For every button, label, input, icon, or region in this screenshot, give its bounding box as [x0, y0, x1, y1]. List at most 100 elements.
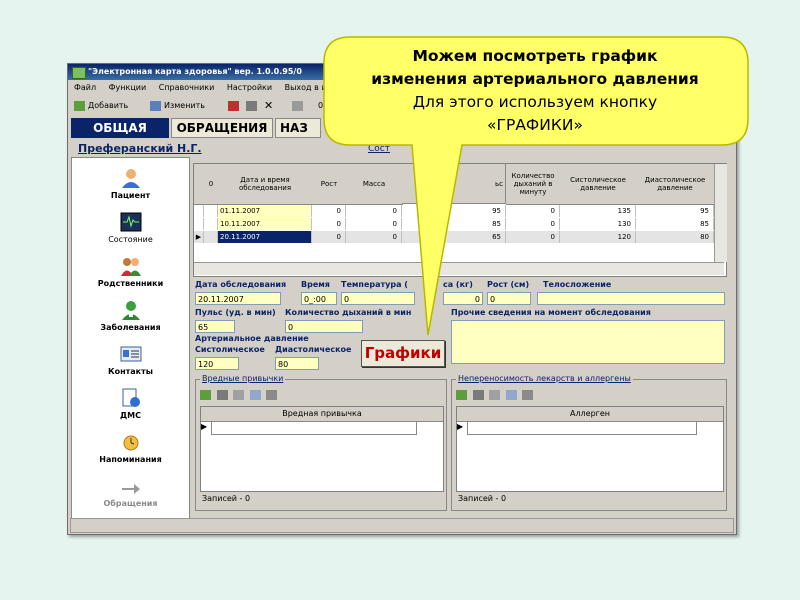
sidebar-item-label: Состояние	[108, 235, 153, 244]
row-indicator	[194, 205, 204, 217]
bad-habits-count: Записей - 0	[202, 494, 251, 503]
tab-appointments[interactable]: НАЗ	[275, 118, 321, 138]
sidebar-item-label: Пациент	[110, 191, 151, 200]
doctor-icon	[121, 301, 140, 320]
patient-name-link[interactable]: Преферанский Н.Г.	[78, 142, 202, 155]
diastolic-field[interactable]: 80	[275, 357, 319, 370]
add-icon[interactable]	[456, 390, 467, 400]
menu-functions[interactable]: Функции	[109, 83, 147, 92]
sidebar-item-diseases[interactable]: Заболевания	[72, 300, 189, 332]
print-icon[interactable]	[522, 390, 534, 400]
bad-habits-grid: Вредная привычка ▶	[200, 406, 444, 492]
pulse-field[interactable]: 65	[195, 320, 235, 333]
sidebar-item-label: Контакты	[108, 367, 153, 376]
bad-habits-toolbar	[200, 390, 320, 402]
bad-habits-panel: Вредные привычки Вредная привычка ▶ Запи…	[195, 374, 447, 511]
callout-text: Можем посмотреть график изменения артери…	[340, 45, 730, 137]
add-icon[interactable]	[200, 390, 211, 400]
systolic-label: Систолическое	[195, 345, 265, 354]
bad-habits-title[interactable]: Вредные привычки	[200, 374, 286, 383]
sort-icon[interactable]	[249, 390, 261, 400]
sidebar-item-patient[interactable]: Пациент	[72, 168, 189, 200]
row-indicator: ▶	[201, 422, 208, 431]
allergy-toolbar	[456, 390, 576, 402]
delete-icon[interactable]	[216, 390, 228, 400]
add-label: Добавить	[88, 101, 129, 110]
sort-icon[interactable]	[505, 390, 517, 400]
delete-button[interactable]	[228, 99, 242, 113]
column-header[interactable]: 0	[204, 164, 219, 205]
monitor-icon	[120, 212, 141, 232]
pulse-label: Пульс (уд. в мин)	[195, 308, 276, 317]
print-button[interactable]	[292, 99, 306, 113]
app-icon	[72, 67, 86, 79]
graphs-button[interactable]: Графики	[361, 340, 445, 367]
menu-references[interactable]: Справочники	[159, 83, 215, 92]
save-button[interactable]	[246, 99, 260, 113]
sidebar-item-contacts[interactable]: Контакты	[72, 344, 189, 376]
sidebar-item-state[interactable]: Состояние	[72, 212, 189, 244]
sidebar-item-label: Заболевания	[100, 323, 161, 332]
sidebar-item-dms[interactable]: ДМС	[72, 388, 189, 420]
filter-icon[interactable]	[489, 390, 501, 400]
window-title: "Электронная карта здоровья" вер. 1.0.0.…	[88, 67, 302, 76]
sidebar-item-reminders[interactable]: Напоминания	[72, 432, 189, 464]
sidebar: Пациент Состояние Родственники Заболеван…	[71, 157, 190, 519]
column-header[interactable]: Вредная привычка	[201, 407, 443, 422]
sidebar-item-appeals[interactable]: Обращения	[72, 476, 189, 508]
save-icon	[246, 100, 257, 111]
delete-icon[interactable]	[472, 390, 484, 400]
menu-file[interactable]: Файл	[74, 83, 96, 92]
tab-general[interactable]: ОБЩАЯ	[71, 118, 169, 138]
table-row[interactable]	[467, 421, 697, 435]
allergy-count: Записей - 0	[458, 494, 507, 503]
table-cell	[204, 218, 218, 230]
date-label: Дата обследования	[195, 280, 287, 289]
allergy-title[interactable]: Непереносимость лекарств и аллергены	[456, 374, 633, 383]
blood-pressure-label: Артериальное давление	[195, 334, 309, 343]
row-indicator	[194, 218, 204, 230]
edit-icon	[150, 100, 161, 111]
menu-settings[interactable]: Настройки	[227, 83, 272, 92]
sidebar-item-relatives[interactable]: Родственники	[72, 256, 189, 288]
tab-appeals[interactable]: ОБРАЩЕНИЯ	[171, 118, 273, 138]
sidebar-item-label: ДМС	[120, 411, 141, 420]
column-header[interactable]: Аллерген	[457, 407, 723, 422]
alarm-icon	[123, 435, 138, 451]
sidebar-item-label: Напоминания	[99, 455, 162, 464]
sidebar-item-label: Родственники	[97, 279, 164, 288]
table-cell	[204, 205, 218, 217]
allergy-grid: Аллерген ▶	[456, 406, 724, 492]
callout-line-3: Для этого используем кнопку	[412, 93, 658, 111]
callout-line-1: Можем посмотреть график	[412, 47, 658, 65]
arrow-icon	[121, 484, 140, 494]
person-icon	[121, 169, 140, 188]
systolic-field[interactable]: 120	[195, 357, 239, 370]
filter-icon[interactable]	[233, 390, 245, 400]
row-indicator: ▶	[194, 231, 204, 243]
column-header[interactable]: Дата и время обследования	[218, 164, 313, 205]
delete-icon	[228, 100, 239, 111]
add-icon	[74, 100, 85, 111]
table-cell: 10.11.2007	[218, 218, 312, 230]
card-icon	[120, 346, 141, 362]
table-cell: 20.11.2007	[218, 231, 312, 243]
family-icon	[120, 258, 141, 276]
allergy-panel: Непереносимость лекарств и аллергены Алл…	[451, 374, 727, 511]
sidebar-item-label: Обращения	[103, 499, 158, 508]
date-field[interactable]: 20.11.2007	[195, 292, 281, 305]
table-row[interactable]	[211, 421, 417, 435]
add-button[interactable]: Добавить	[74, 99, 128, 113]
row-indicator: ▶	[457, 422, 464, 431]
close-icon: ✕	[264, 99, 274, 112]
document-icon	[122, 388, 140, 407]
callout-line-4: «ГРАФИКИ»	[487, 116, 583, 134]
cancel-button[interactable]: ✕	[264, 99, 273, 113]
edit-button[interactable]: Изменить	[150, 99, 205, 113]
table-cell	[204, 231, 218, 243]
callout-line-2: изменения артериального давления	[371, 70, 699, 88]
print-icon	[292, 100, 303, 111]
table-cell: 01.11.2007	[218, 205, 312, 217]
edit-label: Изменить	[164, 101, 205, 110]
print-icon[interactable]	[266, 390, 278, 400]
